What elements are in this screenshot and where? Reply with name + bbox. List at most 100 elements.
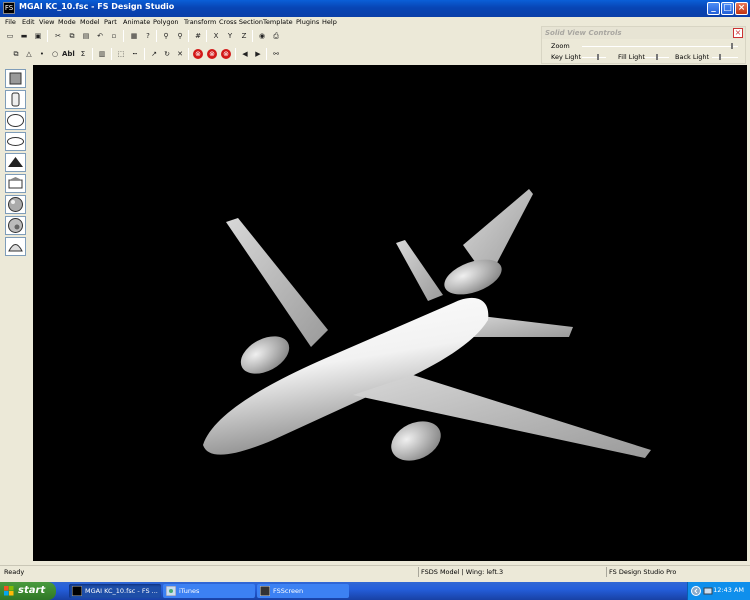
toolbar-separator — [252, 30, 253, 42]
start-button[interactable]: start — [0, 582, 56, 600]
fill-light-slider-thumb[interactable] — [656, 54, 658, 60]
textured-sphere-2-button[interactable] — [5, 216, 26, 235]
stop-red-icon[interactable]: ⊗ — [193, 49, 203, 59]
status-product: FS Design Studio Pro — [606, 567, 676, 577]
title-bar: FS MGAI KC_10.fsc - FS Design Studio _ □… — [0, 0, 750, 17]
main-toolbar: ▭ ▬ ▣ ✂ ⧉ ▤ ↶ ▫ ▦ ? ⚲ ⚲ # X Y Z ◉ ⎙ — [4, 29, 294, 43]
texture-icon[interactable]: ▥ — [96, 48, 108, 60]
undo-icon[interactable]: ↶ — [94, 30, 106, 42]
toolbar-separator — [266, 48, 267, 60]
select-box-icon[interactable]: ⬚ — [115, 48, 127, 60]
network-icon[interactable] — [703, 586, 713, 596]
print-icon[interactable]: ⎙ — [270, 30, 282, 42]
menu-model[interactable]: Model — [80, 18, 100, 26]
bend-arrow-icon[interactable]: ↗ — [148, 48, 160, 60]
toolbar-separator — [206, 30, 207, 42]
zoom-slider-thumb[interactable] — [731, 43, 734, 49]
task-fsscreen[interactable]: FSScreen — [257, 584, 349, 598]
key-light-slider-thumb[interactable] — [597, 54, 600, 60]
solid-view-controls-panel: Solid View Controls × Zoom Key Light Fil… — [541, 26, 746, 64]
point-icon[interactable]: • — [36, 48, 48, 60]
stop-red-icon-2[interactable]: ⊗ — [207, 49, 217, 59]
window-title: MGAI KC_10.fsc - FS Design Studio — [19, 2, 175, 11]
solid-viewport[interactable] — [33, 65, 747, 561]
sphere-primitive-button[interactable] — [5, 111, 26, 130]
primitive-palette — [4, 67, 27, 256]
textured-sphere-2-icon — [8, 218, 23, 233]
wedge-primitive-button[interactable] — [5, 174, 26, 193]
toolbar-separator — [144, 48, 145, 60]
stop-red-icon-3[interactable]: ⊗ — [221, 49, 231, 59]
fsscreen-icon — [260, 586, 270, 596]
cut-icon[interactable]: ✂ — [52, 30, 64, 42]
minimize-button[interactable]: _ — [707, 2, 720, 15]
rotate-icon[interactable]: ↻ — [161, 48, 173, 60]
panel-close-button[interactable]: × — [733, 28, 743, 38]
box-primitive-button[interactable] — [5, 69, 26, 88]
copy-icon[interactable]: ⧉ — [66, 30, 78, 42]
task-label: iTunes — [179, 587, 200, 595]
help-pointer-icon[interactable]: ? — [142, 30, 154, 42]
toolbar-separator — [92, 48, 93, 60]
fill-light-label: Fill Light — [618, 53, 645, 61]
open-folder-icon[interactable]: ▬ — [18, 30, 30, 42]
textured-sphere-button[interactable] — [5, 195, 26, 214]
toolbar-separator — [235, 48, 236, 60]
menu-part[interactable]: Part — [104, 18, 117, 26]
scale-icon[interactable]: ✕ — [174, 48, 186, 60]
tray-expand-icon[interactable] — [691, 586, 701, 596]
menu-view[interactable]: View — [39, 18, 54, 26]
dome-primitive-button[interactable] — [5, 237, 26, 256]
textured-sphere-icon — [8, 197, 23, 212]
menu-plugins[interactable]: Plugins — [296, 18, 319, 26]
sphere-icon — [7, 114, 24, 127]
task-fsds[interactable]: MGAI KC_10.fsc - FS ... — [69, 584, 161, 598]
menu-mode[interactable]: Mode — [58, 18, 76, 26]
circle-icon[interactable]: ○ — [49, 48, 61, 60]
mirror-z-icon[interactable]: Z — [238, 30, 250, 42]
menu-edit[interactable]: Edit — [22, 18, 35, 26]
cone-primitive-button[interactable] — [5, 153, 26, 172]
menu-animate[interactable]: Animate — [123, 18, 150, 26]
new-file-icon[interactable]: ▭ — [4, 30, 16, 42]
menu-file[interactable]: File — [5, 18, 16, 26]
key-light-label: Key Light — [551, 53, 582, 61]
eye-icon[interactable]: ◉ — [256, 30, 268, 42]
menu-transform[interactable]: Transform — [184, 18, 216, 26]
cylinder-primitive-button[interactable] — [5, 90, 26, 109]
disc-primitive-button[interactable] — [5, 132, 26, 151]
clock: 12:43 AM — [713, 586, 744, 594]
zoom-slider[interactable] — [582, 46, 738, 47]
select-part-icon[interactable]: ⧉ — [10, 48, 22, 60]
task-itunes[interactable]: iTunes — [163, 584, 255, 598]
menu-polygon[interactable]: Polygon — [153, 18, 179, 26]
zoom-out-icon[interactable]: ⚲ — [174, 30, 186, 42]
close-button[interactable]: × — [735, 2, 748, 15]
properties-icon[interactable]: ▦ — [128, 30, 140, 42]
menu-cross-section[interactable]: Cross Section — [219, 18, 263, 26]
key-light-slider[interactable] — [582, 57, 606, 58]
triangle-icon[interactable]: △ — [23, 48, 35, 60]
paste-icon[interactable]: ▤ — [80, 30, 92, 42]
back-light-slider[interactable] — [712, 57, 738, 58]
mirror-y-icon[interactable]: Y — [224, 30, 236, 42]
dotted-line-icon[interactable]: ┅ — [129, 48, 141, 60]
zoom-in-icon[interactable]: ⚲ — [160, 30, 172, 42]
aircraft-model-render — [203, 189, 651, 461]
toolbar-separator — [188, 30, 189, 42]
blank-icon[interactable]: ▫ — [108, 30, 120, 42]
menu-help[interactable]: Help — [322, 18, 337, 26]
mirror-x-icon[interactable]: X — [210, 30, 222, 42]
maximize-button[interactable]: □ — [721, 2, 734, 15]
arrow-right-icon[interactable]: ▶ — [252, 48, 264, 60]
menu-template[interactable]: Template — [263, 18, 293, 26]
binoculars-icon[interactable]: ⚯ — [270, 48, 282, 60]
arrow-left-icon[interactable]: ◀ — [239, 48, 251, 60]
text-abc-icon[interactable]: Abl — [62, 48, 75, 60]
tools-toolbar: ⧉ △ • ○ Abl Σ ▥ ⬚ ┅ ↗ ↻ ✕ ⊗ ⊗ ⊗ ◀ ▶ ⚯ — [10, 47, 300, 61]
save-icon[interactable]: ▣ — [32, 30, 44, 42]
back-light-slider-thumb[interactable] — [719, 54, 722, 60]
sigma-icon[interactable]: Σ — [77, 48, 89, 60]
grid-icon[interactable]: # — [192, 30, 204, 42]
disc-icon — [7, 137, 24, 146]
